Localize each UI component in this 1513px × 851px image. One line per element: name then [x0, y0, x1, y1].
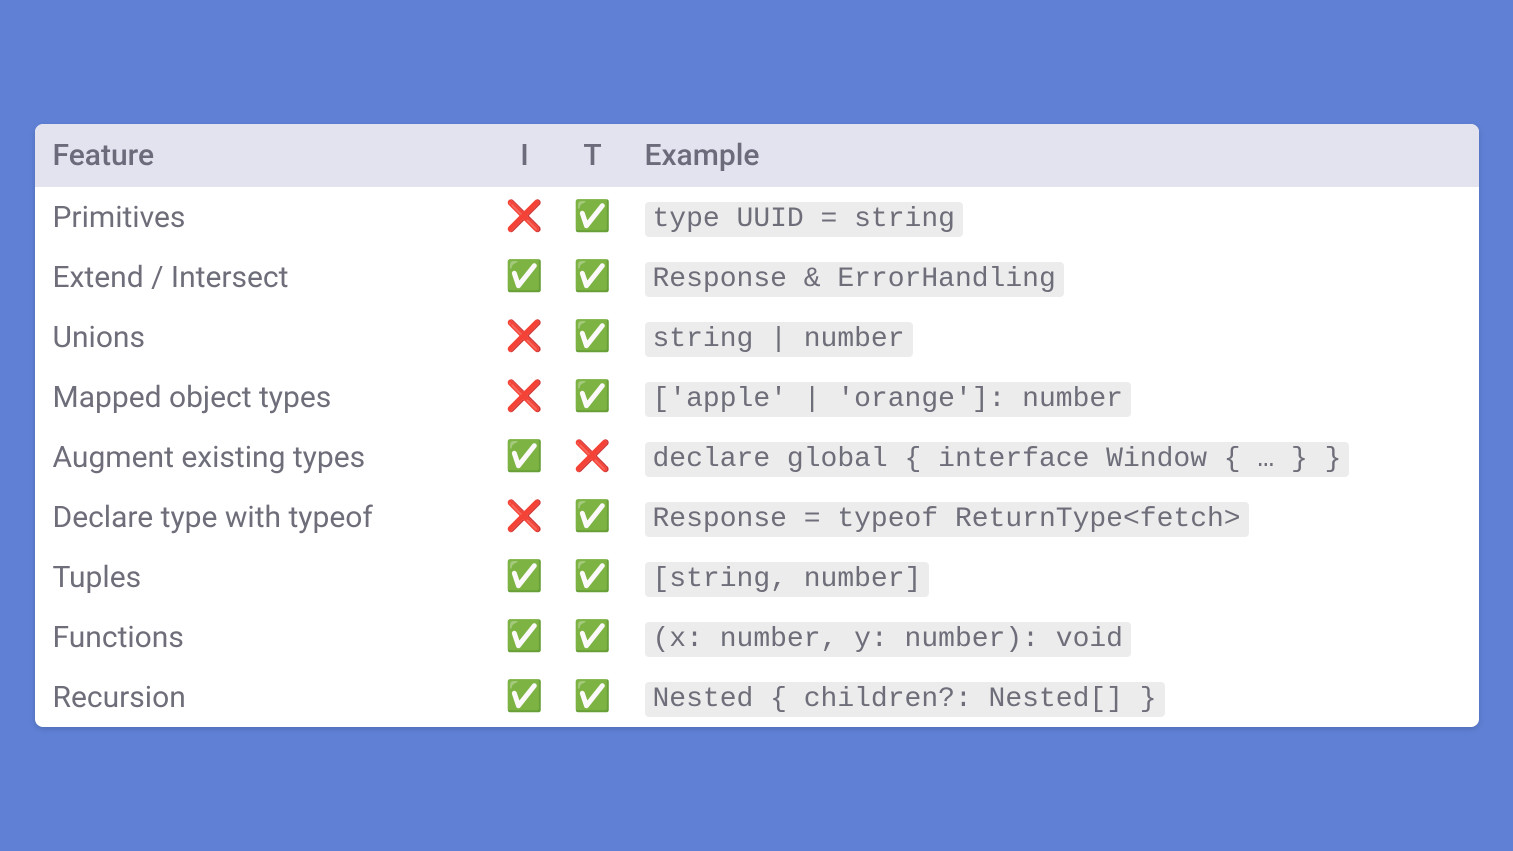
example-cell: Nested { children?: Nested[] }: [627, 667, 1479, 727]
header-t: T: [559, 124, 627, 187]
example-cell: string | number: [627, 307, 1479, 367]
example-code: Response & ErrorHandling: [645, 262, 1064, 297]
check-icon: ✅: [559, 187, 627, 247]
comparison-card: Feature I T Example Primitives❌✅type UUI…: [35, 124, 1479, 727]
check-icon: ✅: [559, 487, 627, 547]
example-cell: Response & ErrorHandling: [627, 247, 1479, 307]
example-cell: (x: number, y: number): void: [627, 607, 1479, 667]
feature-cell: Declare type with typeof: [35, 487, 491, 547]
feature-cell: Recursion: [35, 667, 491, 727]
table-header-row: Feature I T Example: [35, 124, 1479, 187]
example-code: string | number: [645, 322, 913, 357]
check-icon: ✅: [491, 547, 559, 607]
table-row: Extend / Intersect✅✅Response & ErrorHand…: [35, 247, 1479, 307]
check-icon: ✅: [491, 607, 559, 667]
check-icon: ✅: [559, 307, 627, 367]
cross-icon: ❌: [491, 487, 559, 547]
feature-cell: Mapped object types: [35, 367, 491, 427]
cross-icon: ❌: [491, 307, 559, 367]
table-row: Mapped object types❌✅ ['apple' | 'orange'…: [35, 367, 1479, 427]
example-cell: ['apple' | 'orange']: number: [627, 367, 1479, 427]
check-icon: ✅: [491, 667, 559, 727]
table-row: Functions✅✅(x: number, y: number): void: [35, 607, 1479, 667]
feature-cell: Primitives: [35, 187, 491, 247]
example-cell: Response = typeof ReturnType<fetch>: [627, 487, 1479, 547]
feature-cell: Augment existing types: [35, 427, 491, 487]
header-feature: Feature: [35, 124, 491, 187]
check-icon: ✅: [491, 427, 559, 487]
table-row: Unions❌✅ string | number: [35, 307, 1479, 367]
cross-icon: ❌: [491, 367, 559, 427]
check-icon: ✅: [559, 547, 627, 607]
header-i: I: [491, 124, 559, 187]
cross-icon: ❌: [491, 187, 559, 247]
check-icon: ✅: [559, 247, 627, 307]
check-icon: ✅: [559, 607, 627, 667]
check-icon: ✅: [559, 367, 627, 427]
example-code: (x: number, y: number): void: [645, 622, 1131, 657]
feature-cell: Tuples: [35, 547, 491, 607]
table-row: Declare type with typeof❌✅ Response = typ…: [35, 487, 1479, 547]
example-code: type UUID = string: [645, 202, 963, 237]
example-code: [string, number]: [645, 562, 930, 597]
cross-icon: ❌: [559, 427, 627, 487]
table-row: Recursion✅✅Nested { children?: Nested[] …: [35, 667, 1479, 727]
example-code: Nested { children?: Nested[] }: [645, 682, 1165, 717]
header-example: Example: [627, 124, 1479, 187]
example-cell: type UUID = string: [627, 187, 1479, 247]
feature-cell: Functions: [35, 607, 491, 667]
feature-table: Feature I T Example Primitives❌✅type UUI…: [35, 124, 1479, 727]
table-row: Augment existing types✅❌ declare global {…: [35, 427, 1479, 487]
example-code: declare global { interface Window { … } …: [645, 442, 1350, 477]
example-cell: declare global { interface Window { … } …: [627, 427, 1479, 487]
example-code: Response = typeof ReturnType<fetch>: [645, 502, 1249, 537]
check-icon: ✅: [559, 667, 627, 727]
table-row: Tuples✅✅[string, number]: [35, 547, 1479, 607]
feature-cell: Unions: [35, 307, 491, 367]
table-row: Primitives❌✅ type UUID = string: [35, 187, 1479, 247]
check-icon: ✅: [491, 247, 559, 307]
example-cell: [string, number]: [627, 547, 1479, 607]
example-code: ['apple' | 'orange']: number: [645, 382, 1131, 417]
feature-cell: Extend / Intersect: [35, 247, 491, 307]
